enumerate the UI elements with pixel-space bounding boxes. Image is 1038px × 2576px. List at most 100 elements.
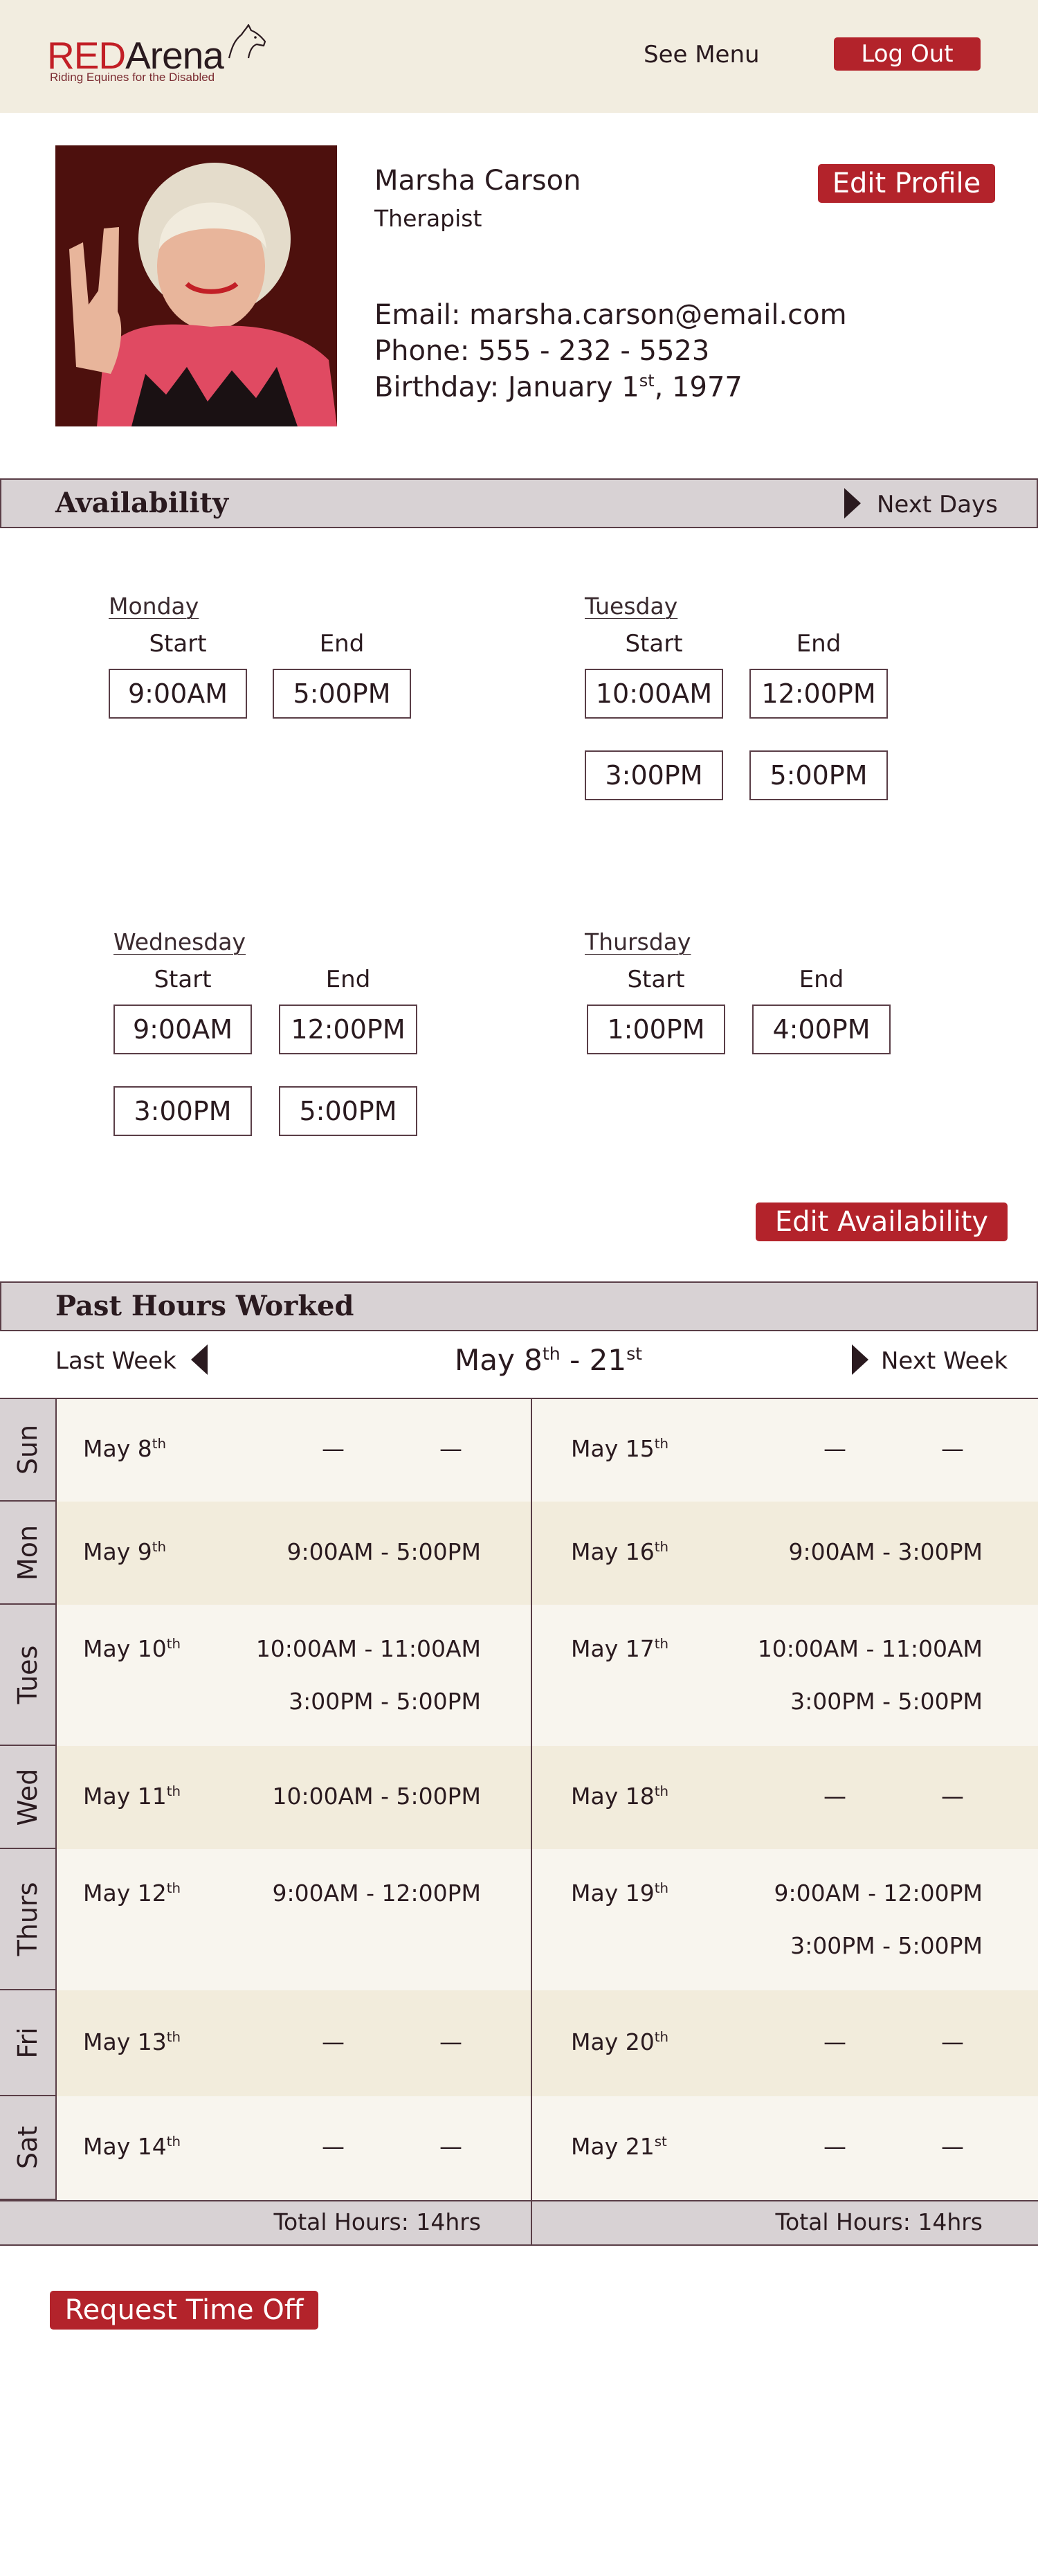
end-column-label: End [325, 966, 371, 993]
time-range: 3:00PM - 5:00PM [790, 1688, 983, 1715]
time-range: 3:00PM - 5:00PM [790, 1932, 983, 1959]
cell-date-text: May 20 [571, 2028, 655, 2055]
past-hours-title: Past Hours Worked [55, 1290, 354, 1322]
start-column-label: Start [625, 630, 683, 658]
day-tab-thurs: Thurs [0, 1849, 57, 1990]
end-time-box[interactable]: 5:00PM [273, 669, 411, 719]
next-days-link[interactable]: Next Days [877, 491, 998, 519]
day-label-tuesday: Tuesday [585, 593, 678, 620]
cell-date-text: May 14 [83, 2133, 167, 2160]
see-menu-link[interactable]: See Menu [644, 41, 760, 69]
end-time-box[interactable]: 4:00PM [752, 1005, 891, 1054]
empty-dash: — [322, 2028, 345, 2055]
cell-date-text: May 18 [571, 1782, 655, 1810]
triangle-right-icon[interactable] [852, 1344, 868, 1375]
cell-date: May 9th [83, 1538, 166, 1565]
total-hours-left: Total Hours: 14hrs [273, 2208, 481, 2235]
start-column-label: Start [154, 966, 212, 993]
start-column-label: Start [149, 630, 207, 658]
range-end: - 21 [560, 1343, 627, 1377]
cell-date: May 19th [571, 1880, 668, 1907]
day-tab-fri: Fri [0, 1990, 57, 2096]
logo-tagline: Riding Equines for the Disabled [50, 71, 215, 84]
start-time-box[interactable]: 9:00AM [113, 1005, 252, 1054]
day-tab-label: Mon [12, 1524, 43, 1580]
day-tab-label: Sun [12, 1424, 43, 1475]
end-column-label: End [799, 966, 844, 993]
cell-date: May 11th [83, 1783, 181, 1810]
birthday-text: Birthday: January 1 [374, 371, 639, 404]
edit-profile-button[interactable]: Edit Profile [818, 164, 995, 203]
birthday-suffix: st [639, 371, 655, 390]
end-time-box[interactable]: 5:00PM [279, 1086, 417, 1136]
empty-dash: — [439, 2133, 462, 2160]
cell-date-text: May 13 [83, 2028, 167, 2055]
empty-dash: — [941, 1435, 964, 1462]
edit-availability-button[interactable]: Edit Availability [756, 1203, 1008, 1241]
cell-date-text: May 19 [571, 1880, 655, 1907]
end-column-label: End [796, 630, 841, 658]
cell-date: May 12th [83, 1880, 181, 1907]
start-time-box[interactable]: 9:00AM [109, 669, 247, 719]
past-hours-header-bar: Past Hours Worked [0, 1281, 1038, 1331]
cell-date-suffix: th [654, 1538, 669, 1555]
triangle-left-icon[interactable] [191, 1344, 208, 1375]
cell-date-suffix: th [166, 1783, 181, 1799]
profile-birthday: Birthday: January 1st, 1977 [374, 371, 743, 403]
day-tab-tues: Tues [0, 1605, 57, 1746]
day-label-thursday: Thursday [585, 928, 691, 955]
request-time-off-button[interactable]: Request Time Off [50, 2291, 318, 2330]
time-range: 9:00AM - 12:00PM [774, 1880, 983, 1907]
availability-title: Availability [55, 487, 229, 519]
empty-dash: — [322, 2133, 345, 2160]
start-time-box[interactable]: 3:00PM [113, 1086, 252, 1136]
empty-dash: — [823, 1782, 846, 1810]
empty-dash: — [823, 2133, 846, 2160]
day-tab-label: Tues [12, 1645, 43, 1704]
profile-email: Email: marsha.carson@email.com [374, 299, 847, 331]
end-time-box[interactable]: 12:00PM [749, 669, 888, 719]
start-time-box[interactable]: 1:00PM [587, 1005, 725, 1054]
cell-date: May 16th [571, 1538, 668, 1565]
empty-dash: — [439, 1435, 462, 1462]
day-label-wednesday: Wednesday [113, 928, 246, 955]
cell-date: May 13th [83, 2028, 181, 2055]
cell-date-text: May 10 [83, 1635, 167, 1662]
empty-dash: — [322, 1435, 345, 1462]
end-time-box[interactable]: 5:00PM [749, 750, 888, 800]
triangle-right-icon[interactable] [844, 488, 861, 519]
week-range-label: May 8th - 21st [455, 1343, 642, 1377]
cell-date: May 18th [571, 1783, 668, 1810]
hours-table: Sun May 8th — — May 15th — — Mon May 9th 9:00AM -… [0, 1398, 1038, 2246]
day-tab-sun: Sun [0, 1399, 57, 1502]
cell-date-suffix: th [152, 1436, 167, 1452]
empty-dash: — [941, 2028, 964, 2055]
next-week-link[interactable]: Next Week [881, 1347, 1008, 1375]
end-time-box[interactable]: 12:00PM [279, 1005, 417, 1054]
last-week-link[interactable]: Last Week [55, 1347, 176, 1375]
cell-date-suffix: th [166, 2028, 181, 2045]
cell-date: May 21st [571, 2133, 667, 2160]
time-range: 10:00AM - 5:00PM [272, 1782, 481, 1810]
time-range: 10:00AM - 11:00AM [757, 1635, 983, 1662]
totals-divider [531, 2200, 532, 2244]
cell-date: May 14th [83, 2133, 181, 2160]
empty-dash: — [439, 2028, 462, 2055]
range-end-suffix: st [626, 1344, 643, 1364]
cell-date: May 17th [571, 1635, 668, 1662]
profile-phone: Phone: 555 - 232 - 5523 [374, 335, 710, 367]
table-row [57, 1990, 1038, 2096]
day-tab-label: Fri [12, 2026, 43, 2059]
cell-date-text: May 15 [571, 1435, 655, 1462]
cell-date-suffix: th [654, 1436, 669, 1452]
cell-date-text: May 12 [83, 1880, 167, 1907]
cell-date-suffix: st [654, 2134, 667, 2150]
availability-header-bar: Availability Next Days [0, 478, 1038, 528]
cell-date-suffix: th [654, 1783, 669, 1799]
log-out-button[interactable]: Log Out [834, 37, 981, 71]
day-tab-wed: Wed [0, 1746, 57, 1849]
time-range: 10:00AM - 11:00AM [255, 1635, 481, 1662]
cell-date-suffix: th [166, 1880, 181, 1896]
start-time-box[interactable]: 10:00AM [585, 669, 723, 719]
start-time-box[interactable]: 3:00PM [585, 750, 723, 800]
